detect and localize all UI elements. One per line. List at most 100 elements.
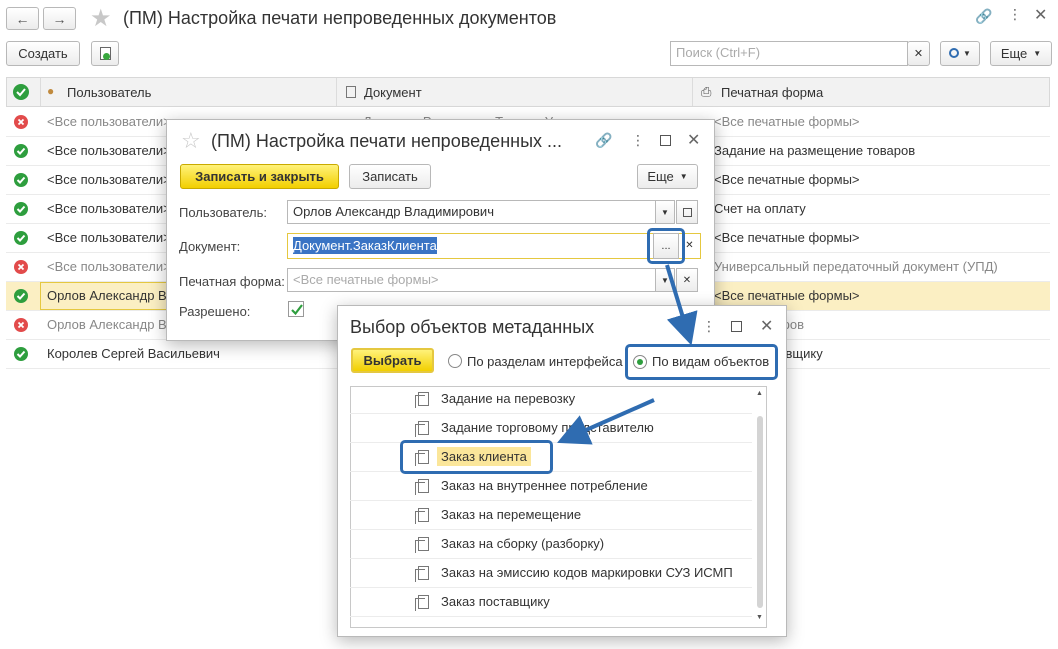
dropdown-arrow-icon: ▼: [963, 49, 971, 58]
copy-button[interactable]: [91, 41, 119, 66]
scroll-down-icon[interactable]: ▼: [756, 614, 763, 621]
printer-icon: ⎙: [701, 84, 712, 99]
create-button[interactable]: Создать: [6, 41, 80, 66]
column-header-print-form[interactable]: Печатная форма: [721, 85, 823, 100]
user-field[interactable]: Орлов Александр Владимирович: [287, 200, 656, 224]
cell-print-form: Универсальный передаточный документ (УПД…: [714, 259, 998, 274]
copy-icon: [99, 47, 111, 60]
more-label: Еще: [1000, 46, 1028, 61]
cell-user: Королев Сергей Васильевич: [47, 346, 220, 361]
page-title: (ПМ) Настройка печати непроведенных доку…: [123, 8, 557, 28]
menu-dots-icon[interactable]: ⋮: [702, 318, 716, 335]
back-button[interactable]: ←: [6, 7, 39, 30]
clear-icon: ✕: [913, 48, 924, 60]
forward-button[interactable]: →: [43, 7, 76, 30]
check-circle-icon: [14, 289, 28, 303]
star-icon[interactable]: ★: [90, 4, 112, 33]
radio-by-sections[interactable]: [448, 354, 462, 368]
save-button[interactable]: Записать: [349, 164, 431, 189]
allowed-checkbox[interactable]: [288, 301, 304, 317]
dialog-title: (ПМ) Настройка печати непроведенных ...: [211, 131, 563, 151]
list-item-label: Заказ на эмиссию кодов маркировки СУЗ ИС…: [441, 565, 733, 580]
list-item-label: Заказ на внутреннее потребление: [441, 478, 648, 493]
list-item[interactable]: Заказ на перемещение: [350, 501, 752, 530]
more-button[interactable]: Еще ▼: [637, 164, 698, 189]
search-input[interactable]: Поиск (Ctrl+F): [670, 41, 908, 66]
document-field[interactable]: Документ.ЗаказКлиента: [287, 233, 654, 259]
more-button[interactable]: Еще ▼: [990, 41, 1052, 66]
user-open-button[interactable]: [676, 200, 698, 224]
print-form-label: Печатная форма:: [179, 274, 285, 289]
link-icon[interactable]: 🔗: [595, 132, 612, 149]
list-item[interactable]: Заказ на сборку (разборку): [350, 530, 752, 559]
allowed-label: Разрешено:: [179, 304, 251, 319]
status-column-icon[interactable]: [13, 84, 29, 100]
maximize-icon[interactable]: [731, 321, 742, 332]
cell-print-form: <Все печатные формы>: [714, 172, 860, 187]
link-icon[interactable]: 🔗: [975, 8, 992, 25]
document-icon: [415, 479, 429, 495]
highlight-box: [625, 344, 778, 380]
cross-circle-icon: [14, 318, 28, 332]
list-item-label: Заказ на перемещение: [441, 507, 582, 522]
document-icon: [415, 421, 429, 437]
check-circle-icon: [14, 173, 28, 187]
list-item-label: Задание на перевозку: [441, 391, 576, 406]
user-label: Пользователь:: [179, 205, 267, 220]
menu-dots-icon[interactable]: ⋮: [631, 132, 645, 149]
list-item[interactable]: Задание на перевозку: [350, 385, 752, 414]
highlight-box: [400, 440, 553, 474]
cell-print-form: <Все печатные формы>: [714, 114, 860, 129]
arrow-left-icon: ←: [15, 10, 30, 27]
document-icon: [415, 566, 429, 582]
metadata-dialog-title: Выбор объектов метаданных: [350, 317, 595, 337]
dropdown-arrow-icon: ▼: [1033, 49, 1042, 58]
column-header-document[interactable]: Документ: [364, 85, 422, 100]
print-form-dropdown-button[interactable]: ▼: [655, 268, 675, 292]
more-label: Еще: [647, 169, 674, 184]
user-column-icon: ●: [47, 84, 55, 98]
close-icon[interactable]: ✕: [760, 316, 773, 336]
scroll-thumb[interactable]: [757, 416, 763, 608]
cell-print-form: Счет на оплату: [714, 201, 806, 216]
list-item[interactable]: Заказ поставщику: [350, 588, 752, 617]
list-item[interactable]: Задание торговому представителю: [350, 414, 752, 443]
list-item[interactable]: Заказ на внутреннее потребление: [350, 472, 752, 501]
list-item-label: Задание торговому представителю: [441, 420, 654, 435]
close-icon[interactable]: ✕: [1034, 5, 1047, 25]
arrow-right-icon: →: [52, 10, 67, 27]
clear-search-button[interactable]: ✕: [907, 41, 930, 66]
menu-dots-icon[interactable]: ⋮: [1008, 6, 1022, 23]
search-button[interactable]: ▼: [940, 41, 980, 66]
grid-header: ● Пользователь Документ ⎙ Печатная форма: [6, 77, 1050, 107]
choose-button[interactable]: Выбрать: [351, 348, 434, 373]
list-item-label: Заказ на сборку (разборку): [441, 536, 605, 551]
list-item[interactable]: Заказ на эмиссию кодов маркировки СУЗ ИС…: [350, 559, 752, 588]
check-circle-icon: [14, 347, 28, 361]
column-header-user[interactable]: Пользователь: [67, 85, 151, 100]
scroll-up-icon[interactable]: ▲: [756, 390, 763, 397]
print-form-field[interactable]: <Все печатные формы>: [287, 268, 656, 292]
document-icon: [415, 508, 429, 524]
dropdown-arrow-icon: ▼: [661, 207, 669, 217]
highlight-box: [647, 228, 685, 264]
document-icon: [415, 392, 429, 408]
scrollbar[interactable]: ▲ ▼: [754, 388, 765, 626]
maximize-icon[interactable]: [660, 135, 671, 146]
check-circle-icon: [14, 231, 28, 245]
user-dropdown-button[interactable]: ▼: [655, 200, 675, 224]
document-value: Документ.ЗаказКлиента: [293, 237, 437, 254]
document-icon: [415, 537, 429, 553]
save-and-close-button[interactable]: Записать и закрыть: [180, 164, 339, 189]
document-column-icon: [346, 86, 356, 98]
clear-icon: ✕: [685, 240, 694, 251]
close-icon[interactable]: ✕: [687, 130, 700, 150]
star-icon[interactable]: ☆: [181, 128, 201, 154]
cell-print-form: <Все печатные формы>: [714, 230, 860, 245]
cross-circle-icon: [14, 115, 28, 129]
print-form-clear-button[interactable]: ✕: [676, 268, 698, 292]
search-icon: [949, 47, 960, 58]
list-item-label: Заказ поставщику: [441, 594, 550, 609]
cell-print-form: Задание на размещение товаров: [714, 143, 916, 158]
document-label: Документ:: [179, 239, 241, 254]
